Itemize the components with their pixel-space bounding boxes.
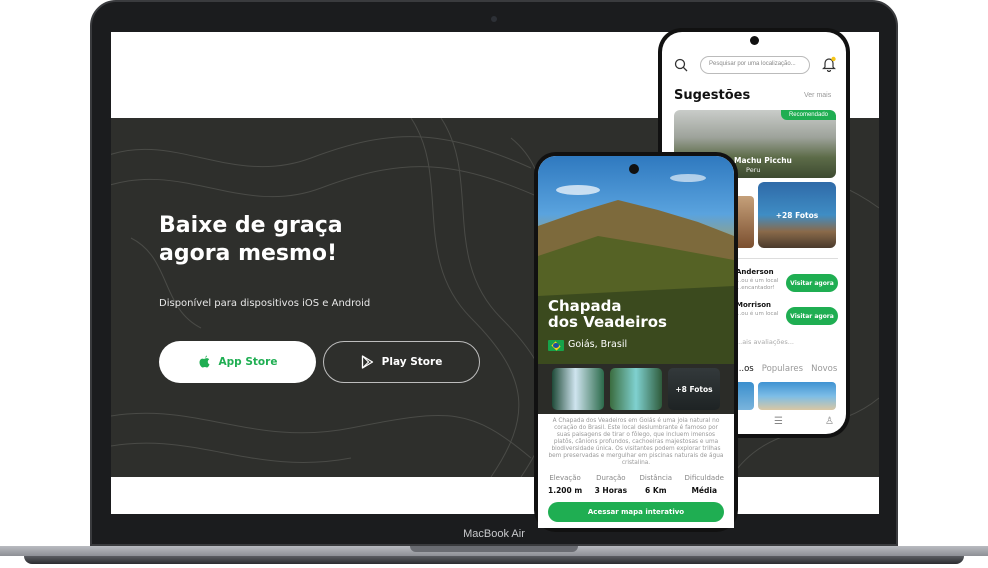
featured-name: Machu Picchu xyxy=(734,156,792,165)
front-phone-screen: Chapada dos Veadeiros Goiás, Brasil +8 F… xyxy=(538,156,734,528)
laptop-base xyxy=(0,546,988,568)
laptop-camera xyxy=(491,16,497,22)
tab-popular[interactable]: Populares xyxy=(762,364,803,374)
place-description: A Chapada dos Veadeiros em Goiás é uma j… xyxy=(548,418,724,466)
play-store-icon xyxy=(361,355,373,369)
see-more-link[interactable]: Ver mais xyxy=(804,92,831,99)
featured-country: Peru xyxy=(746,166,761,174)
guide-desc: ...encantador! xyxy=(736,285,775,291)
stat-label: Elevação xyxy=(549,474,581,482)
suggestions-title: Sugestões xyxy=(674,88,751,103)
hero-subtitle: Disponível para dispositivos iOS e Andro… xyxy=(159,298,371,309)
place-hero-image xyxy=(538,156,734,364)
bell-icon[interactable] xyxy=(822,56,836,72)
guide-name: Morrison xyxy=(736,301,772,309)
stat-label: Distância xyxy=(639,474,673,482)
brazil-flag-icon xyxy=(548,340,564,351)
photos-badge: +28 Fotos xyxy=(775,210,819,220)
stat-label: Duração xyxy=(596,474,626,482)
app-store-button[interactable]: App Store xyxy=(159,341,316,383)
photos-badge: +8 Fotos xyxy=(675,384,713,394)
front-phone-camera xyxy=(629,164,639,174)
category-tabs: ...os Populares Novos xyxy=(736,364,837,374)
guide-desc: ...ou é um local xyxy=(736,311,779,317)
divider xyxy=(734,258,838,259)
menu-icon[interactable]: ☰ xyxy=(774,416,783,427)
interactive-map-button[interactable]: Acessar mapa interativo xyxy=(548,502,724,522)
search-icon[interactable] xyxy=(674,58,688,72)
more-photos-thumbnail[interactable]: +8 Fotos xyxy=(668,368,720,410)
stat-distance: Distância 6 Km xyxy=(640,474,673,495)
photos-thumbnail[interactable]: +28 Fotos xyxy=(758,182,836,248)
base-notch xyxy=(410,546,578,552)
base-bottom xyxy=(24,556,964,564)
place-location: Goiás, Brasil xyxy=(568,339,628,350)
stat-value: 6 Km xyxy=(645,486,667,495)
place-title: Chapada dos Veadeiros xyxy=(548,297,667,331)
laptop-model-label: MacBook Air xyxy=(463,528,525,540)
hero-title: Baixe de graça agora mesmo! xyxy=(159,213,343,266)
stat-elevation: Elevação 1.200 m xyxy=(548,474,582,495)
reviews-link[interactable]: ...ais avaliações... xyxy=(736,338,794,346)
tab-thumbnail[interactable] xyxy=(758,382,836,410)
stat-value: 1.200 m xyxy=(548,486,583,495)
place-stats: Elevação 1.200 m Duração 3 Horas Distânc… xyxy=(548,474,724,495)
tab-all[interactable]: ...os xyxy=(736,364,754,374)
app-store-label: App Store xyxy=(218,356,278,368)
play-store-button[interactable]: Play Store xyxy=(323,341,480,383)
guide-name: Anderson xyxy=(736,268,774,276)
back-phone-camera xyxy=(750,36,759,45)
guide-desc: ...ou é um local xyxy=(736,278,779,284)
photo-thumbnail[interactable] xyxy=(552,368,604,410)
stat-value: Média xyxy=(691,486,718,495)
mountain-illustration xyxy=(538,174,734,364)
stat-label: Dificuldade xyxy=(684,474,724,482)
stat-value: 3 Horas xyxy=(594,486,628,495)
stage: Baixe de graça agora mesmo! Disponível p… xyxy=(0,0,988,568)
stat-duration: Duração 3 Horas xyxy=(595,474,627,495)
front-phone: Chapada dos Veadeiros Goiás, Brasil +8 F… xyxy=(534,152,738,532)
search-input[interactable]: Pesquisar por uma localização... xyxy=(700,56,810,74)
play-store-label: Play Store xyxy=(381,356,443,368)
visit-now-button[interactable]: Visitar agora xyxy=(786,307,838,325)
apple-icon xyxy=(199,355,210,368)
stat-difficulty: Dificuldade Média xyxy=(685,474,724,495)
bottom-nav: ☰ ♙ xyxy=(774,416,834,427)
tab-new[interactable]: Novos xyxy=(811,364,837,374)
visit-now-button[interactable]: Visitar agora xyxy=(786,274,838,292)
photo-thumbnail[interactable] xyxy=(610,368,662,410)
user-icon[interactable]: ♙ xyxy=(825,416,834,427)
recommended-badge: Recomendado xyxy=(780,110,836,120)
